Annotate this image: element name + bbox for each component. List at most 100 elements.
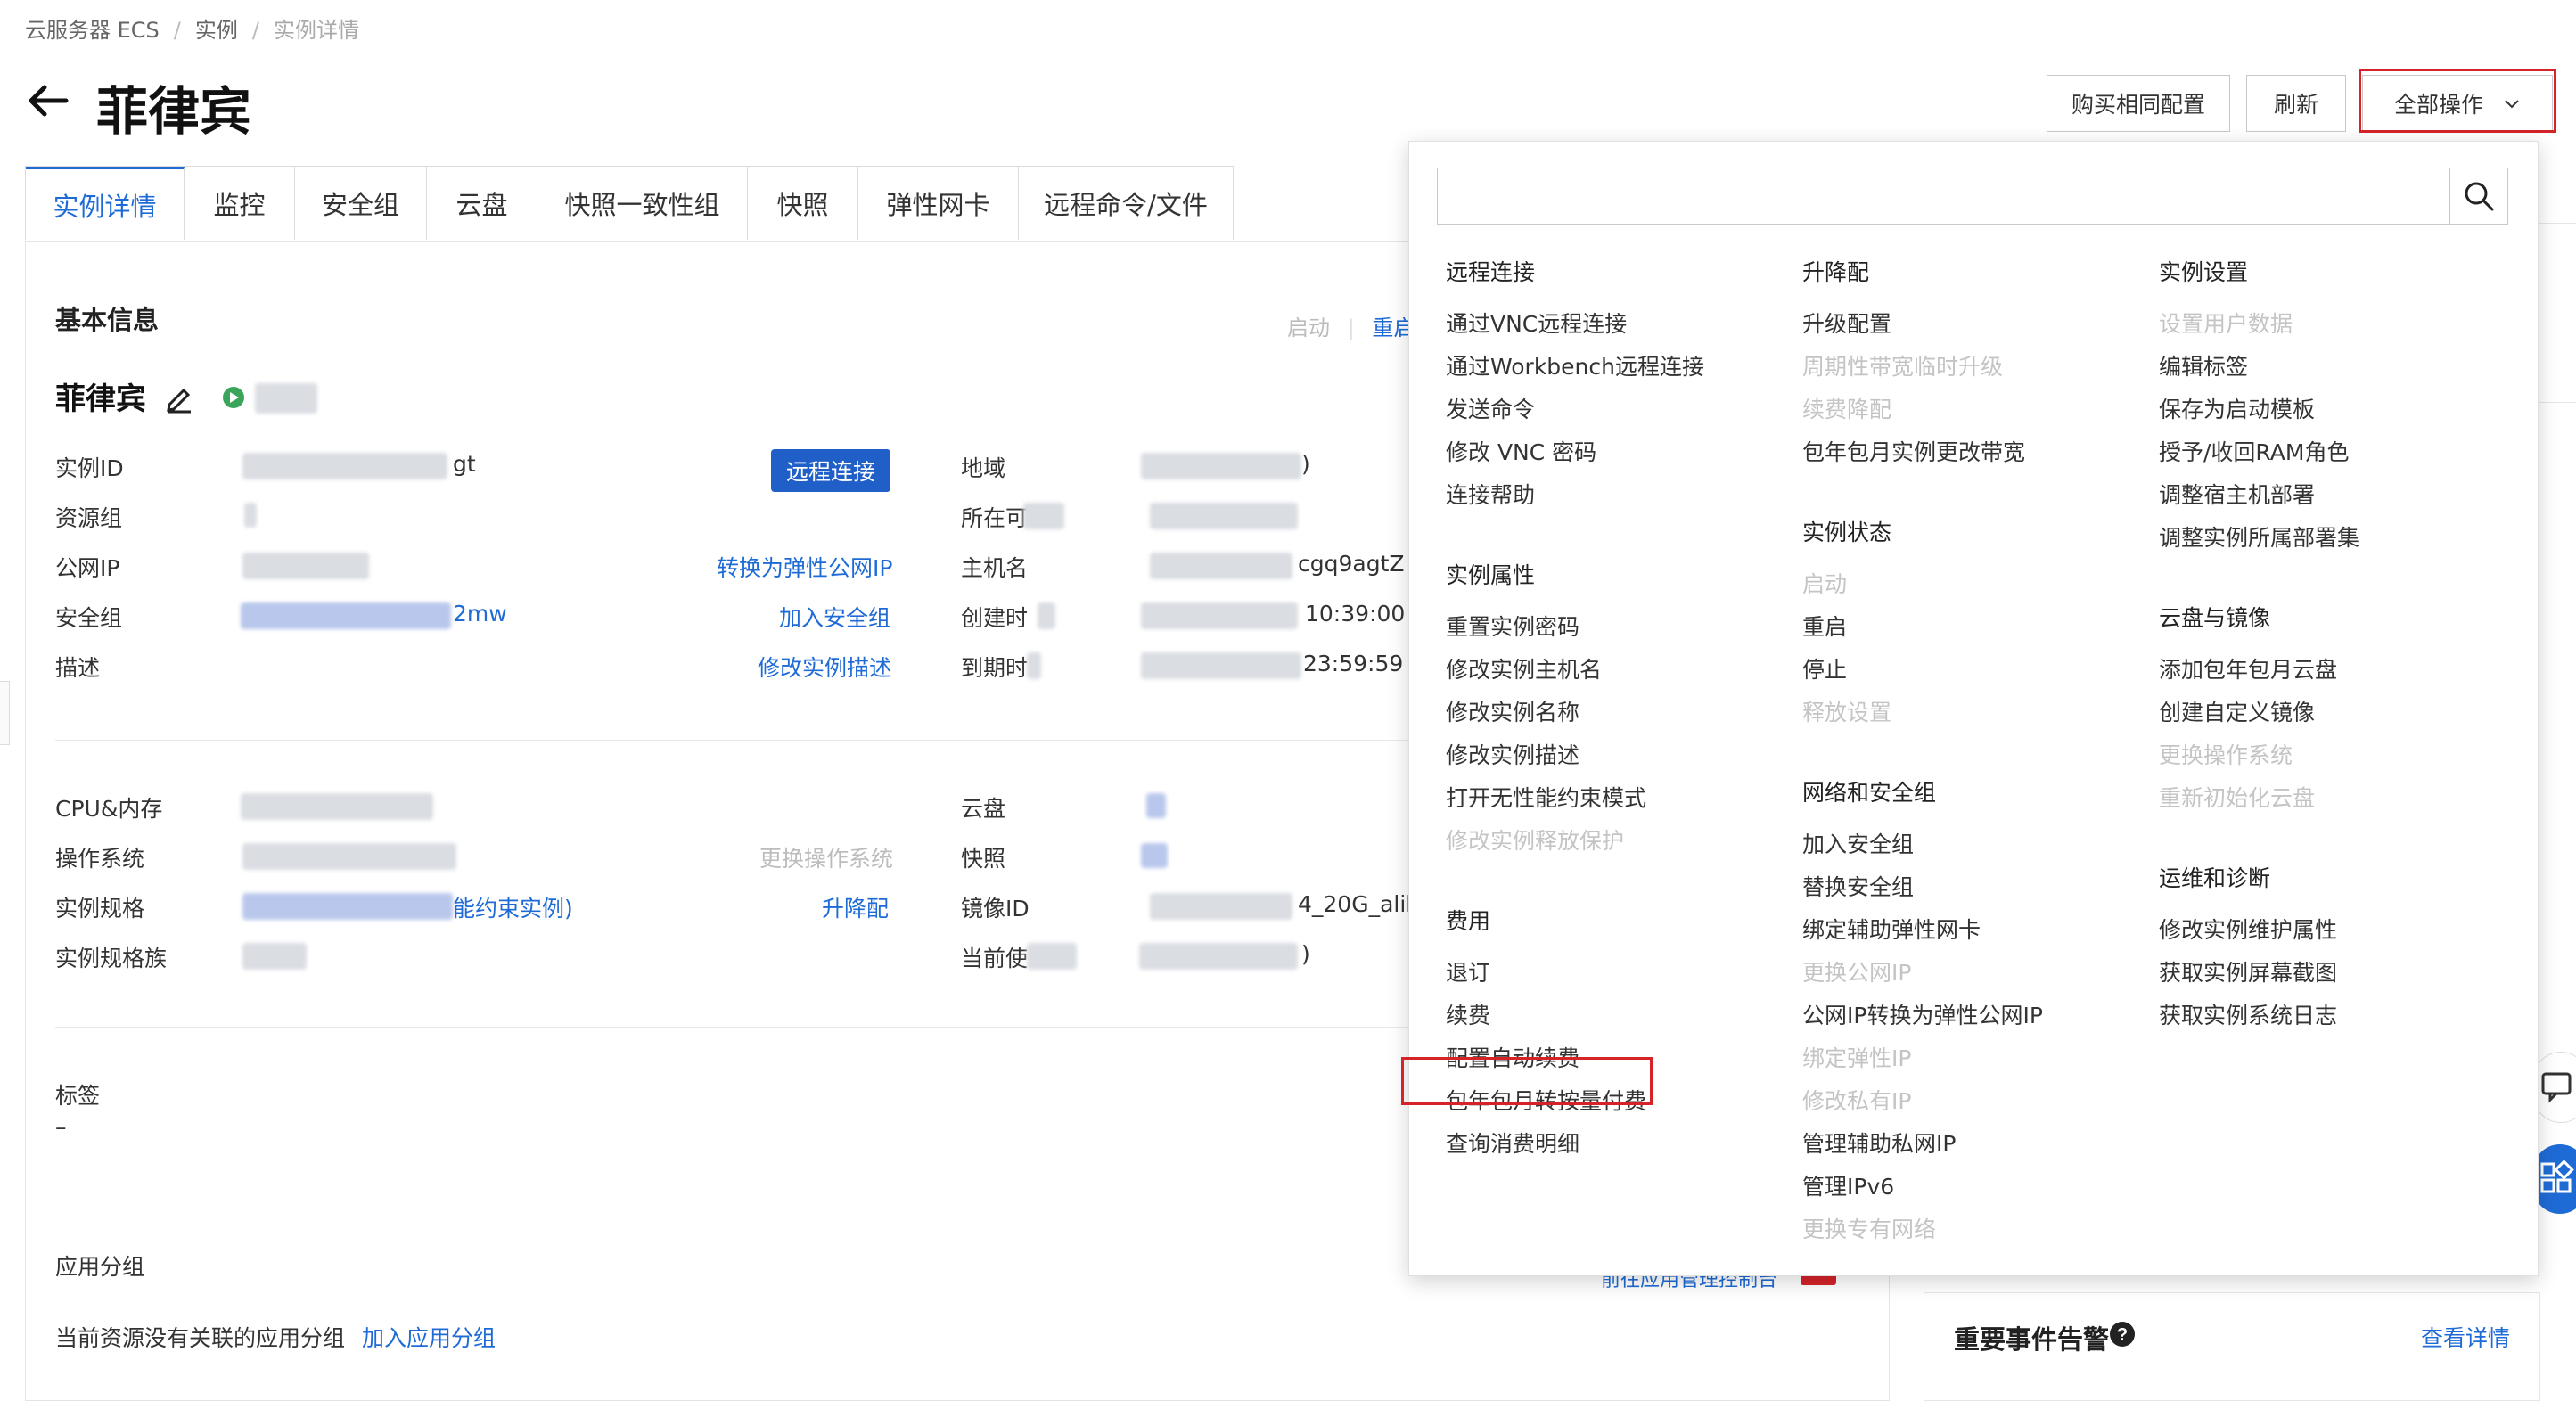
back-arrow-icon[interactable] [25,78,70,123]
current-usage-label: 当前使 [961,946,1029,971]
help-icon[interactable]: ? [2109,1321,2136,1348]
menu-item[interactable]: 修改实例名称 [1446,695,1579,727]
menu-item[interactable]: 续费 [1446,998,1490,1030]
menu-item[interactable]: 退订 [1446,955,1490,987]
expire-time-label: 到期时 [961,655,1029,681]
refresh-button[interactable]: 刷新 [2246,75,2346,132]
breadcrumb-current: 实例详情 [273,18,359,43]
breadcrumb-ecs[interactable]: 云服务器 ECS [25,18,160,43]
menu-group-title: 实例属性 [1446,562,1536,588]
status-running-icon [223,387,244,408]
operations-search-button[interactable] [2449,168,2508,225]
menu-item[interactable]: 升级配置 [1802,307,1891,339]
menu-item[interactable]: 修改 VNC 密码 [1446,435,1596,467]
menu-item[interactable]: 重启 [1802,610,1847,642]
instance-action-links: 启动 | 重启 [1287,315,1415,340]
menu-item[interactable]: 保存为启动模板 [2159,392,2315,424]
menu-item[interactable]: 添加包年包月云盘 [2159,652,2337,684]
left-collapse-handle[interactable] [0,681,10,745]
zone-redacted [1150,503,1298,529]
menu-item[interactable]: 管理辅助私网IP [1802,1127,1956,1159]
menu-item[interactable]: 查询消费明细 [1446,1127,1579,1159]
image-id-label: 镜像ID [961,896,1030,922]
tab-monitoring[interactable]: 监控 [185,167,295,240]
menu-item[interactable]: 获取实例屏幕截图 [2159,955,2337,987]
security-group-value[interactable]: 2mw [453,601,507,627]
menu-item[interactable]: 创建自定义镜像 [2159,695,2315,727]
snapshot-redacted [1141,843,1168,868]
convert-eip-link[interactable]: 转换为弹性公网IP [717,551,892,583]
instance-type-value[interactable]: 能约束实例) [453,891,573,923]
expire-time-label-redacted [1027,652,1041,679]
add-app-group-link[interactable]: 加入应用分组 [362,1321,496,1353]
menu-item[interactable]: 授予/收回RAM角色 [2159,435,2349,467]
breadcrumb: 云服务器 ECS / 实例 / 实例详情 [25,18,359,43]
disk-redacted [1146,793,1166,818]
menu-item[interactable]: 绑定辅助弹性网卡 [1802,913,1981,945]
menu-item[interactable]: 连接帮助 [1446,478,1535,510]
tab-eni[interactable]: 弹性网卡 [858,167,1019,240]
menu-item: 绑定弹性IP [1802,1045,1912,1071]
menu-item[interactable]: 通过VNC远程连接 [1446,307,1627,339]
menu-item[interactable]: 修改实例主机名 [1446,652,1602,684]
instance-id-value: gt [453,451,476,477]
description-label: 描述 [55,655,101,681]
menu-item[interactable]: 公网IP转换为弹性公网IP [1802,998,2043,1030]
menu-item[interactable]: 重置实例密码 [1446,610,1579,642]
tags-value: – [55,1114,67,1140]
events-view-details-link[interactable]: 查看详情 [2421,1321,2510,1353]
menu-item: 修改实例释放保护 [1446,828,1625,854]
operations-search-input[interactable] [1437,168,2449,225]
upgrade-downgrade-link[interactable]: 升降配 [822,891,889,923]
menu-item: 更换公网IP [1802,960,1912,986]
instance-type-redacted [242,893,453,920]
buy-same-config-button[interactable]: 购买相同配置 [2047,75,2230,132]
menu-item: 更换专有网络 [1802,1217,1937,1242]
start-link[interactable]: 启动 [1287,315,1330,340]
breadcrumb-instances[interactable]: 实例 [195,18,238,43]
all-operations-highlight [2359,69,2556,133]
menu-item[interactable]: 调整实例所属部署集 [2159,520,2359,553]
created-time-value: 10:39:00 [1305,601,1406,627]
chat-icon[interactable] [2533,1052,2576,1123]
tab-disks[interactable]: 云盘 [427,167,537,240]
menu-item[interactable]: 通过Workbench远程连接 [1446,349,1704,381]
menu-group-title: 实例设置 [2159,259,2249,285]
svg-text:?: ? [2117,1325,2128,1345]
menu-item[interactable]: 包年包月实例更改带宽 [1802,435,2025,467]
menu-item[interactable]: 加入安全组 [1802,827,1914,859]
app-group-label: 应用分组 [55,1254,145,1280]
join-security-group-link[interactable]: 加入安全组 [779,601,890,633]
menu-item[interactable]: 发送命令 [1446,392,1535,424]
search-icon [2465,182,2494,211]
menu-item[interactable]: 管理IPv6 [1802,1169,1894,1201]
edit-description-link[interactable]: 修改实例描述 [758,651,891,683]
remote-connect-button[interactable]: 远程连接 [771,449,890,492]
menu-item[interactable]: 停止 [1802,652,1847,684]
instance-name: 菲律宾 [55,381,146,417]
menu-item: 更换操作系统 [2159,742,2293,768]
menu-group-title: 远程连接 [1446,259,1536,285]
divider [55,740,1410,741]
menu-item[interactable]: 调整宿主机部署 [2159,478,2315,510]
menu-item[interactable]: 获取实例系统日志 [2159,998,2337,1030]
zone-label-redacted [1023,503,1064,529]
public-ip-label: 公网IP [55,555,120,581]
tab-snapshots[interactable]: 快照 [748,167,858,240]
tab-security-groups[interactable]: 安全组 [295,167,427,240]
menu-item[interactable]: 替换安全组 [1802,870,1914,902]
tab-remote-command[interactable]: 远程命令/文件 [1019,167,1233,240]
tab-instance-details[interactable]: 实例详情 [26,167,185,240]
menu-item[interactable]: 打开无性能约束模式 [1446,781,1646,813]
apps-icon[interactable] [2533,1144,2576,1214]
edit-icon[interactable] [164,383,194,414]
menu-item: 修改私有IP [1802,1088,1912,1114]
tab-snapshot-consistency[interactable]: 快照一致性组 [537,167,748,240]
menu-group-title: 升降配 [1802,259,1870,285]
instance-family-redacted [242,943,307,970]
menu-item[interactable]: 修改实例维护属性 [2159,913,2337,945]
menu-item[interactable]: 修改实例描述 [1446,738,1579,770]
side-panel-edge [2539,223,2576,403]
menu-item[interactable]: 编辑标签 [2159,349,2248,381]
region-label: 地域 [961,455,1006,481]
